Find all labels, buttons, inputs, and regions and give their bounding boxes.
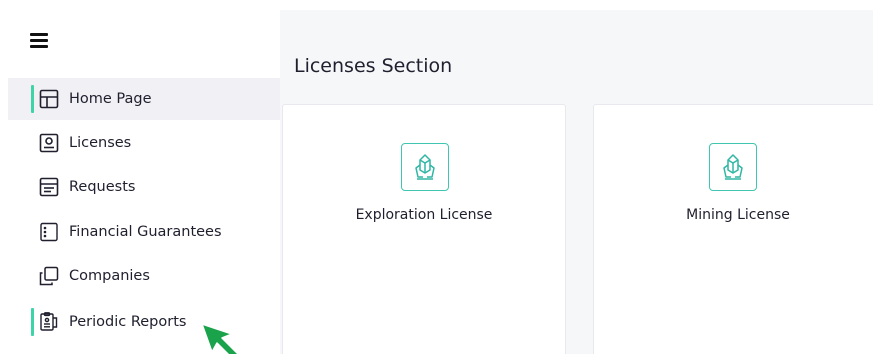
sidebar-item-label: Companies [69,268,150,284]
sidebar-item-label: Licenses [69,135,132,151]
sidebar-item-companies[interactable]: Companies [8,255,280,297]
hamburger-menu-icon[interactable] [30,32,48,48]
active-indicator [31,308,34,336]
sidebar-item-home-page[interactable]: Home Page [8,78,280,120]
card-label: Exploration License [355,207,493,223]
layout-icon [39,89,59,109]
sidebar-item-label: Home Page [69,91,152,107]
mining-license-card[interactable]: Mining License [593,104,873,354]
crystal-icon [401,143,449,191]
sidebar-item-financial-guarantees[interactable]: Financial Guarantees [8,211,280,253]
sidebar-item-requests[interactable]: Requests [8,166,280,208]
sidebar-item-label: Requests [69,179,136,195]
sidebar-item-licenses[interactable]: Licenses [8,122,280,164]
crystal-icon [709,143,757,191]
exploration-license-card[interactable]: Exploration License [282,104,566,354]
top-strip [280,0,873,10]
page-title: Licenses Section [294,55,453,77]
ledger-icon [39,222,59,242]
main-content: Licenses Section Exploration License Min… [280,0,873,354]
copy-icon [39,266,59,286]
card-label: Mining License [686,207,790,223]
sidebar-item-label: Financial Guarantees [69,224,222,240]
cursor-arrow-icon [198,320,242,354]
id-card-icon [39,133,59,153]
app-window: Home Page Licenses Requests Financial Gu… [0,0,873,354]
sidebar-item-label: Periodic Reports [69,314,187,330]
sidebar: Home Page Licenses Requests Financial Gu… [0,0,280,354]
active-indicator [31,85,34,113]
clipboard-report-icon [39,312,59,332]
form-icon [39,177,59,197]
